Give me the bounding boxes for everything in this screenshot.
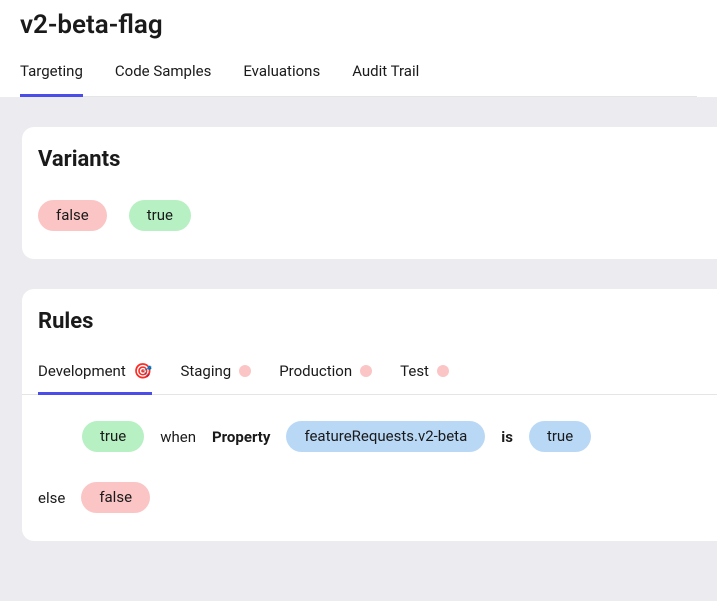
flag-title: v2-beta-flag (20, 10, 697, 40)
status-dot-icon (360, 365, 372, 377)
tab-audit-trail[interactable]: Audit Trail (352, 62, 419, 97)
env-tabs: Development 🎯 Staging Production Test (22, 362, 717, 395)
rule-row: true when Property featureRequests.v2-be… (38, 421, 701, 452)
rule-result-pill[interactable]: true (82, 421, 144, 452)
variants-card: Variants false true (22, 127, 717, 259)
top-tabs: Targeting Code Samples Evaluations Audit… (20, 62, 697, 97)
env-tab-label: Development (38, 362, 126, 380)
compare-value-pill[interactable]: true (529, 421, 591, 452)
else-result-pill[interactable]: false (81, 482, 150, 513)
property-value-pill[interactable]: featureRequests.v2-beta (286, 421, 485, 452)
status-dot-icon (437, 365, 449, 377)
variant-true-pill[interactable]: true (129, 200, 191, 231)
env-tab-label: Test (400, 362, 429, 380)
env-tab-label: Staging (180, 362, 231, 380)
content-area: Variants false true Rules Development 🎯 … (0, 97, 717, 601)
variants-row: false true (38, 200, 701, 231)
tab-targeting[interactable]: Targeting (20, 62, 83, 97)
env-tab-development[interactable]: Development 🎯 (38, 362, 152, 395)
env-tab-test[interactable]: Test (400, 362, 449, 395)
property-label: Property (212, 428, 270, 446)
status-dot-icon (239, 365, 251, 377)
target-icon: 🎯 (134, 362, 153, 380)
tab-code-samples[interactable]: Code Samples (115, 62, 211, 97)
rules-title: Rules (38, 309, 701, 334)
is-label: is (501, 428, 513, 446)
tab-evaluations[interactable]: Evaluations (243, 62, 320, 97)
rules-card: Rules Development 🎯 Staging Production T… (22, 289, 717, 541)
env-tab-production[interactable]: Production (279, 362, 372, 395)
variant-false-pill[interactable]: false (38, 200, 107, 231)
when-label: when (160, 428, 196, 446)
else-label: else (38, 489, 65, 507)
env-tab-label: Production (279, 362, 352, 380)
rule-else-row: else false (38, 482, 701, 513)
variants-title: Variants (38, 147, 701, 172)
env-tab-staging[interactable]: Staging (180, 362, 251, 395)
